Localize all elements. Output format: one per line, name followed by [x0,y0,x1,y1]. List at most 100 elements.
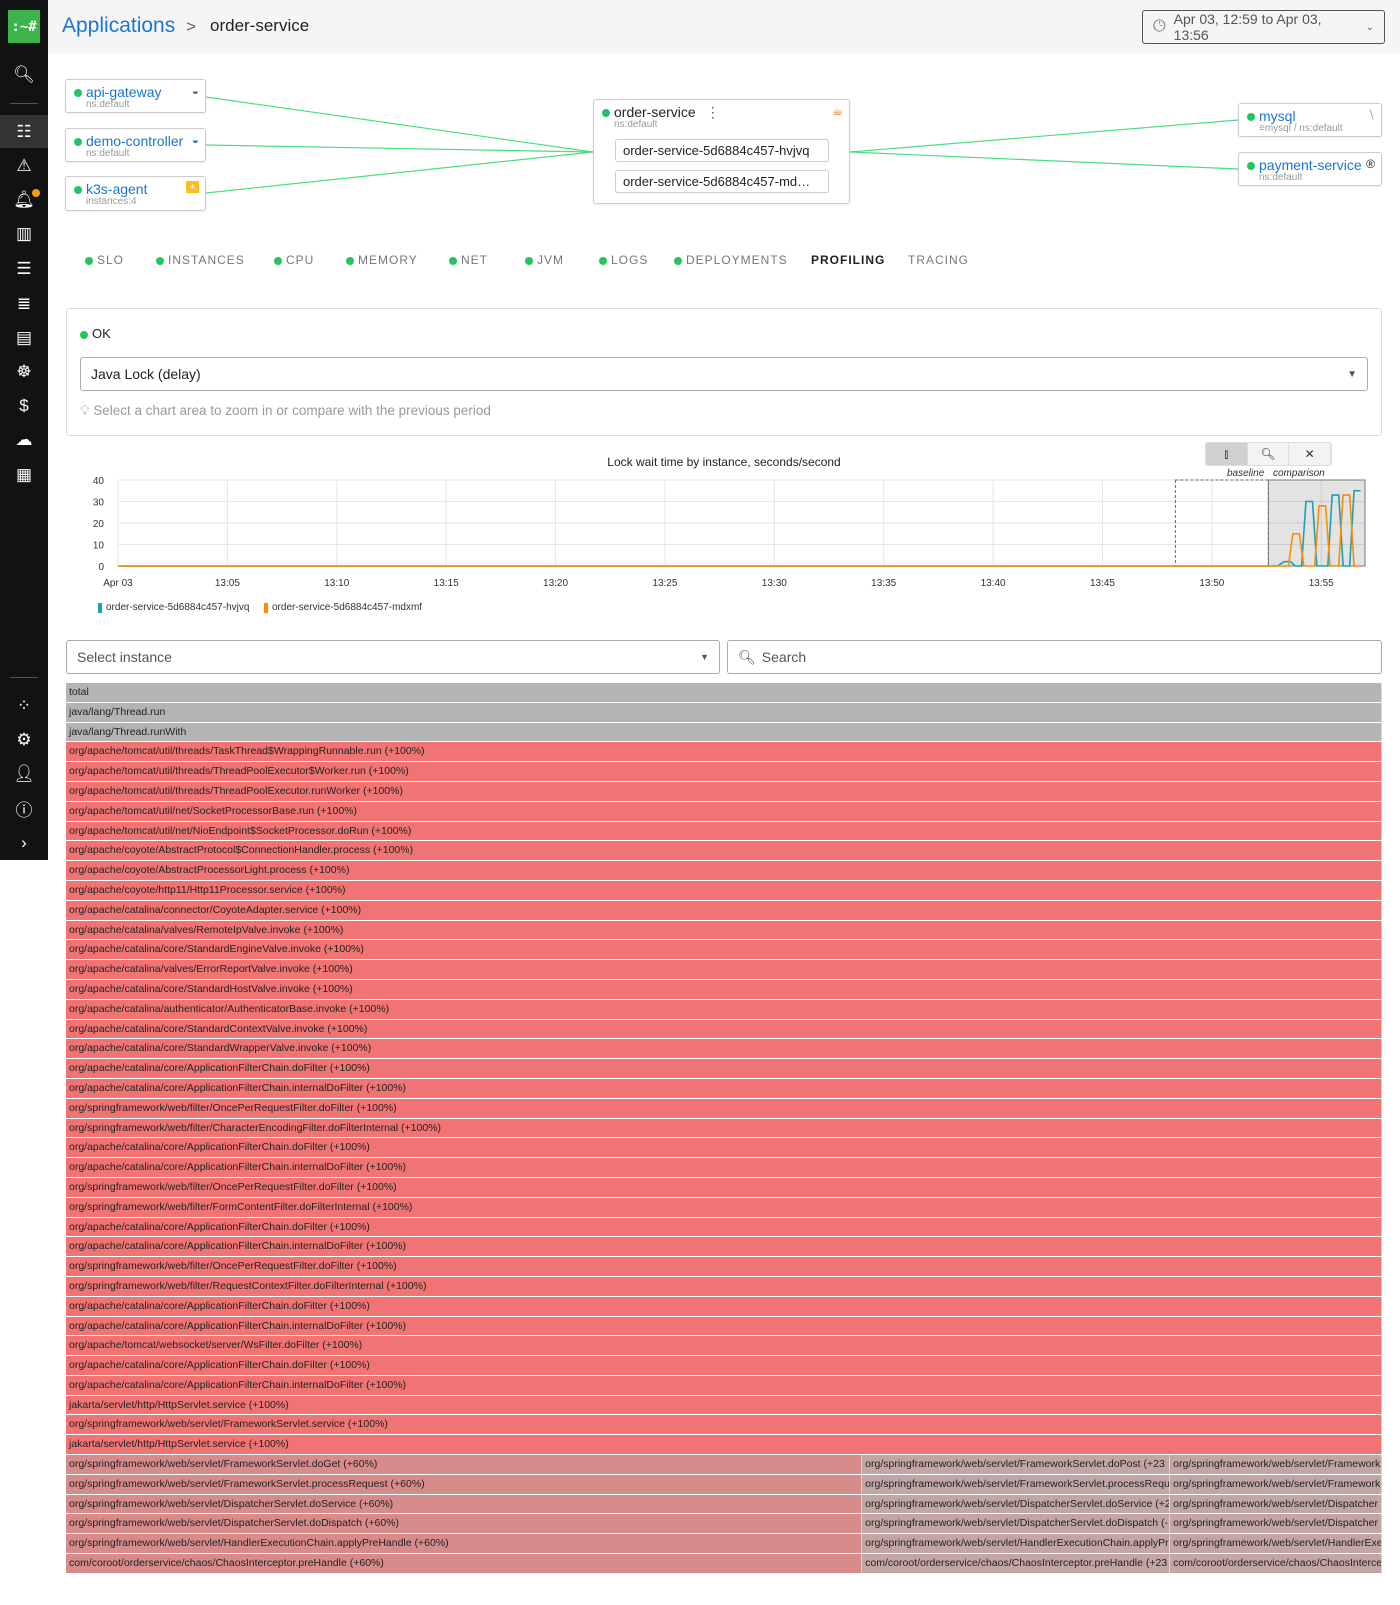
flame-frame[interactable]: com/coroot/orderservice/chaos/ChaosInter… [1170,1554,1382,1573]
flame-frame[interactable]: org/springframework/web/servlet/Framewor… [66,1415,1382,1435]
tab-deployments[interactable]: DEPLOYMENTS [674,253,788,267]
instance-button[interactable]: order-service-5d6884c457-md… [615,170,829,193]
flame-frame[interactable]: jakarta/servlet/http/HttpServlet.service… [66,1435,1382,1455]
flame-frame[interactable]: org/springframework/web/servlet/Dispatch… [862,1514,1171,1534]
flame-frame[interactable]: java/lang/Thread.runWith [66,722,1382,742]
caret-down-icon: ▼ [1347,368,1357,380]
flame-frame[interactable]: org/springframework/web/servlet/HandlerE… [66,1534,863,1554]
close-icon[interactable]: ✕ [1289,443,1331,465]
tab-jvm[interactable]: JVM [525,253,564,267]
flame-frame[interactable]: jakarta/servlet/http/HttpServlet.service… [66,1395,1382,1415]
flame-frame[interactable]: org/apache/catalina/core/ApplicationFilt… [66,1296,1382,1316]
lock-wait-chart[interactable]: 0 10 20 30 40 Apr 03 13:05 13:10 13:15 13:20 13:25… [80,470,1380,595]
tab-net[interactable]: NET [449,253,488,267]
flame-frame[interactable]: org/apache/catalina/valves/ErrorReportVa… [66,960,1382,979]
flame-frame[interactable]: org/springframework/web/servlet/Framewor… [66,1455,863,1474]
instance-button[interactable]: order-service-5d6884c457-hvjvq [615,139,829,162]
node-name: payment-service [1259,157,1362,173]
flame-frame[interactable]: org/apache/coyote/AbstractProtocol$Conne… [66,841,1382,861]
flame-frame[interactable]: org/apache/catalina/core/ApplicationFilt… [66,1078,1382,1098]
flame-frame[interactable]: org/apache/catalina/authenticator/Authen… [66,999,1382,1019]
cloud-icon[interactable]: ☁ [0,425,48,455]
flame-frame[interactable]: org/springframework/web/servlet/Dispatch… [1170,1494,1382,1514]
tab-slo[interactable]: SLO [85,253,124,267]
node-api-gateway[interactable]: api-gateway ns:default ◒ [65,79,206,113]
flame-frame[interactable]: org/springframework/web/servlet/Dispatch… [862,1494,1171,1514]
help-icon[interactable]: ⓘ [0,793,48,823]
flame-frame[interactable]: org/apache/catalina/core/ApplicationFilt… [66,1138,1382,1158]
nodes-icon[interactable]: ▤ [0,323,48,353]
tab-instances[interactable]: INSTANCES [156,253,245,267]
flame-frame[interactable]: org/apache/tomcat/util/threads/ThreadPoo… [66,781,1382,801]
tab-memory[interactable]: MEMORY [346,253,418,267]
instance-select[interactable]: Select instance ▼ [66,640,720,674]
flame-frame[interactable]: org/apache/catalina/core/ApplicationFilt… [66,1059,1382,1078]
flame-frame[interactable]: org/apache/tomcat/websocket/server/WsFil… [66,1336,1382,1356]
integrations-icon[interactable]: ⁘ [0,691,48,721]
flame-frame[interactable]: org/apache/catalina/core/ApplicationFilt… [66,1217,1382,1237]
flame-frame[interactable]: org/apache/catalina/connector/CoyoteAdap… [66,900,1382,920]
flame-frame[interactable]: org/apache/tomcat/util/threads/TaskThrea… [66,742,1382,762]
flame-frame[interactable]: org/springframework/web/servlet/Framewor… [66,1474,863,1494]
flame-frame[interactable]: org/apache/catalina/core/ApplicationFilt… [66,1356,1382,1375]
flame-frame[interactable]: org/apache/catalina/core/ApplicationFilt… [66,1237,1382,1257]
kebab-menu-icon[interactable]: ⋮ [706,104,720,120]
flame-frame[interactable]: org/springframework/web/filter/RequestCo… [66,1276,1382,1296]
flame-frame[interactable]: total [66,683,1382,702]
flame-frame[interactable]: com/coroot/orderservice/chaos/ChaosInter… [66,1554,863,1573]
flame-frame[interactable]: org/springframework/web/servlet/Framewor… [862,1455,1171,1474]
flame-frame[interactable]: org/springframework/web/servlet/Framewor… [1170,1455,1382,1474]
chevron-right-icon[interactable]: › [0,828,48,858]
flame-frame[interactable]: org/springframework/web/servlet/HandlerE… [862,1534,1171,1554]
kubernetes-icon[interactable]: ☸ [0,357,48,387]
user-icon[interactable]: 👤︎ [0,759,48,789]
profile-type-select[interactable]: Java Lock (delay) ▼ [80,357,1368,391]
tab-cpu[interactable]: CPU [274,253,314,267]
flame-frame[interactable]: java/lang/Thread.run [66,702,1382,722]
flame-frame[interactable]: org/springframework/web/servlet/Dispatch… [1170,1514,1382,1534]
link [205,151,594,194]
flame-frame[interactable]: org/springframework/web/servlet/Dispatch… [66,1514,863,1534]
flame-frame[interactable]: org/springframework/web/filter/FormConte… [66,1197,1382,1217]
flame-frame[interactable]: org/apache/tomcat/util/net/NioEndpoint$S… [66,821,1382,841]
flame-frame[interactable]: org/apache/catalina/core/ApplicationFilt… [66,1375,1382,1395]
flame-frame[interactable]: org/springframework/web/servlet/Framewor… [862,1474,1171,1494]
tab-tracing[interactable]: TRACING [908,253,969,267]
gear-icon[interactable]: ⚙ [0,725,48,755]
flame-frame[interactable]: org/apache/catalina/core/StandardContext… [66,1019,1382,1039]
flame-frame[interactable]: org/springframework/web/servlet/Dispatch… [66,1494,863,1514]
flame-frame[interactable]: org/apache/tomcat/util/threads/ThreadPoo… [66,762,1382,781]
flame-frame[interactable]: org/apache/catalina/core/ApplicationFilt… [66,1316,1382,1336]
cost-icon[interactable]: $ [0,391,48,421]
flame-frame[interactable]: org/apache/catalina/core/StandardWrapper… [66,1039,1382,1059]
flame-frame[interactable]: org/apache/catalina/valves/RemoteIpValve… [66,920,1382,940]
legend-item[interactable]: order-service-5d6884c457-hvjvq [98,602,249,613]
search-input[interactable]: 🔍︎ Search [727,640,1382,674]
flame-frame[interactable]: org/springframework/web/filter/OncePerRe… [66,1257,1382,1276]
node-mysql[interactable]: mysql ≡mysql / ns:default ∖ [1238,103,1382,137]
traces-icon[interactable]: ☰ [0,254,48,284]
legend-item[interactable]: order-service-5d6884c457-mdxmf [264,602,422,613]
node-name: k3s-agent [86,181,148,197]
flame-frame[interactable]: org/apache/coyote/AbstractProcessorLight… [66,861,1382,880]
instance-placeholder: Select instance [77,649,172,665]
flame-frame[interactable]: org/springframework/web/servlet/HandlerE… [1170,1534,1382,1554]
flame-frame[interactable]: org/apache/catalina/core/ApplicationFilt… [66,1158,1382,1177]
node-k3s-agent[interactable]: k3s-agent instances:4 ⩚ [65,176,206,211]
log-search-icon[interactable]: ≣ [0,289,48,319]
flame-frame[interactable]: com/coroot/orderservice/chaos/ChaosInter… [862,1554,1171,1573]
zoom-icon[interactable]: 🔍︎ [1248,443,1290,465]
node-payment-service[interactable]: payment-service ns:default ® [1238,152,1382,186]
flame-frame[interactable]: org/springframework/web/servlet/Framewor… [1170,1474,1382,1494]
flame-frame[interactable]: org/apache/coyote/http11/Http11Processor… [66,880,1382,900]
tab-profiling[interactable]: PROFILING [811,253,885,267]
node-demo-controller[interactable]: demo-controller ns:default ◒ [65,128,206,162]
flame-frame[interactable]: org/apache/catalina/core/StandardEngineV… [66,940,1382,960]
flame-frame[interactable]: org/apache/tomcat/util/net/SocketProcess… [66,801,1382,821]
flame-frame[interactable]: org/springframework/web/filter/OncePerRe… [66,1098,1382,1118]
tab-logs[interactable]: LOGS [599,253,648,267]
compare-icon[interactable]: ⫾ [1206,443,1248,465]
flame-frame[interactable]: org/apache/catalina/core/StandardHostVal… [66,979,1382,999]
flame-frame[interactable]: org/springframework/web/filter/Character… [66,1118,1382,1138]
flame-frame[interactable]: org/springframework/web/filter/OncePerRe… [66,1177,1382,1197]
